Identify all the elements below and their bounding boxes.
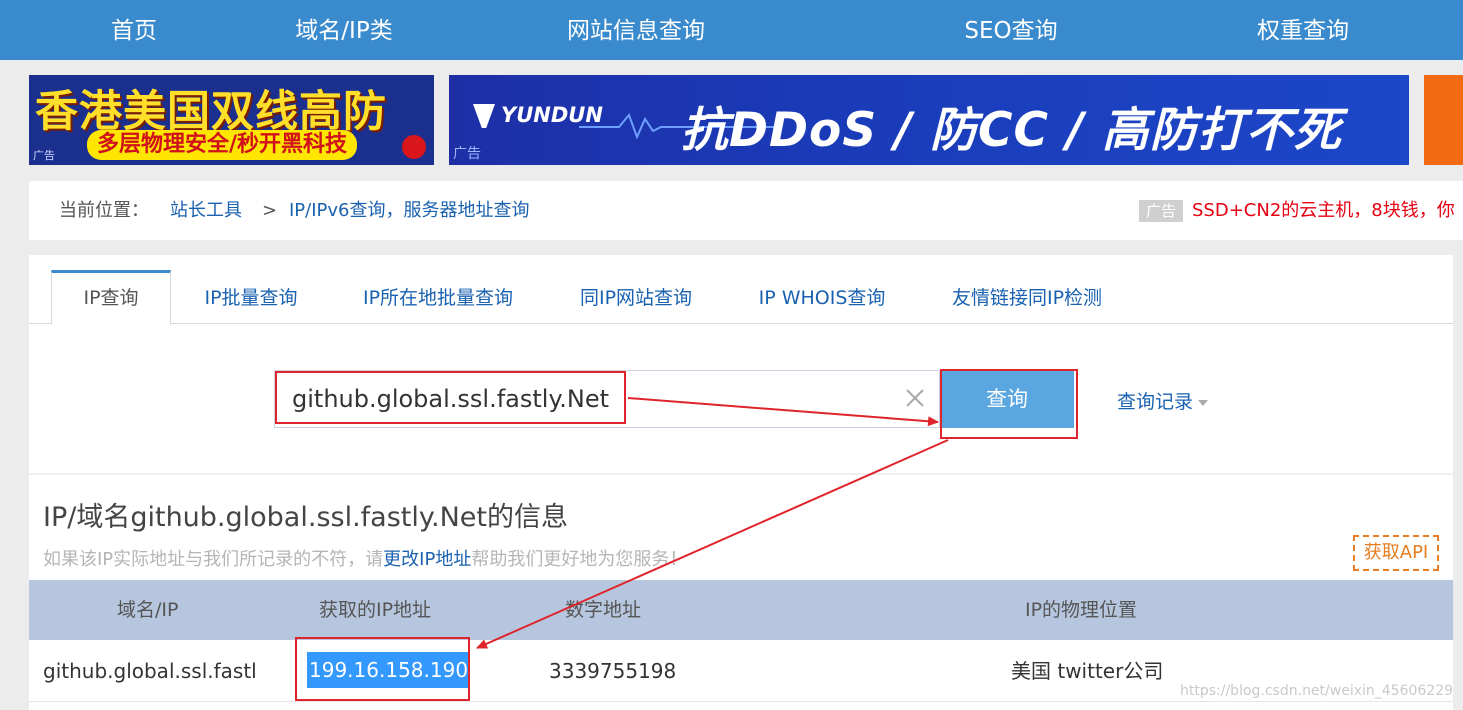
shield-logo-icon xyxy=(473,104,495,128)
nav-site-info[interactable]: 网站信息查询 xyxy=(546,0,726,60)
nav-domain-ip[interactable]: 域名/IP类 xyxy=(274,0,414,60)
query-history-label: 查询记录 xyxy=(1117,391,1194,413)
breadcrumb-separator: > xyxy=(262,200,278,221)
ad-badge: 广告 xyxy=(1139,200,1183,222)
ad-center-slogan: 抗DDoS / 防CC / 高防打不死 xyxy=(681,103,1342,158)
clear-icon[interactable] xyxy=(899,382,931,414)
tab-ip-location-batch[interactable]: IP所在地批量查询 xyxy=(347,270,529,324)
search-input[interactable] xyxy=(274,370,940,428)
nav-seo[interactable]: SEO查询 xyxy=(944,0,1078,60)
flower-icon xyxy=(402,135,426,159)
nav-home[interactable]: 首页 xyxy=(84,0,184,60)
info-note-pre: 如果该IP实际地址与我们所记录的不符，请 xyxy=(43,549,384,570)
search-box: 查询 xyxy=(274,370,1074,428)
search-button[interactable]: 查询 xyxy=(940,370,1074,428)
ad-text-link[interactable]: SSD+CN2的云主机，8块钱，你 xyxy=(1192,181,1455,240)
info-note-post: 帮助我们更好地为您服务！ xyxy=(471,549,688,570)
tab-ip-query[interactable]: IP查询 xyxy=(51,270,171,325)
th-ip: 获取的IP地址 xyxy=(319,599,432,621)
th-domain: 域名/IP xyxy=(117,599,179,621)
cell-domain: github.global.ssl.fastly.Net xyxy=(43,659,257,683)
breadcrumb: 当前位置： 站长工具 > IP/IPv6查询，服务器地址查询 广告 SSD+CN… xyxy=(29,181,1463,240)
breadcrumb-link-ip[interactable]: IP/IPv6查询，服务器地址查询 xyxy=(289,181,530,240)
change-ip-link[interactable]: 更改IP地址 xyxy=(383,549,471,570)
cell-numeric: 3339755198 xyxy=(549,659,677,683)
get-api-button[interactable]: 获取API xyxy=(1353,535,1439,571)
main-panel: IP查询 IP批量查询 IP所在地批量查询 同IP网站查询 IP WHOIS查询… xyxy=(29,255,1453,710)
breadcrumb-link-tools[interactable]: 站长工具 xyxy=(170,181,242,240)
ad-left-sub: 多层物理安全/秒开黑科技 xyxy=(87,130,358,160)
ad-banner-right[interactable] xyxy=(1424,75,1463,165)
info-note: 如果该IP实际地址与我们所记录的不符，请更改IP地址帮助我们更好地为您服务！ xyxy=(43,545,687,571)
tab-same-ip-sites[interactable]: 同IP网站查询 xyxy=(569,270,703,324)
top-nav: 首页 域名/IP类 网站信息查询 SEO查询 权重查询 xyxy=(0,0,1463,60)
tab-ip-whois[interactable]: IP WHOIS查询 xyxy=(747,270,897,324)
cell-location: 美国 twitter公司 xyxy=(1011,659,1164,683)
watermark: https://blog.csdn.net/weixin_45606229 xyxy=(1180,683,1454,699)
ad-center-tag: 广告 xyxy=(453,146,481,162)
caret-down-icon xyxy=(1198,399,1209,406)
cell-ip: 199.16.158.190 xyxy=(307,652,471,688)
tab-ip-batch[interactable]: IP批量查询 xyxy=(189,270,313,324)
tab-friendlink-same-ip[interactable]: 友情链接同IP检测 xyxy=(939,270,1115,324)
tab-bar: IP查询 IP批量查询 IP所在地批量查询 同IP网站查询 IP WHOIS查询… xyxy=(29,255,1453,325)
th-location: IP的物理位置 xyxy=(1025,599,1138,621)
breadcrumb-label: 当前位置： xyxy=(59,200,149,221)
ad-banner-center[interactable]: YUNDUN 抗DDoS / 防CC / 高防打不死 广告 xyxy=(449,75,1409,165)
divider xyxy=(29,473,1453,475)
ad-banner-left[interactable]: 香港美国双线高防 多层物理安全/秒开黑科技 广告 xyxy=(29,75,434,165)
ad-left-tag: 广告 xyxy=(33,149,55,162)
query-history-dropdown[interactable]: 查询记录 xyxy=(1117,387,1209,414)
info-title: IP/域名github.global.ssl.fastly.Net的信息 xyxy=(43,502,568,533)
table-header: 域名/IP 获取的IP地址 数字地址 IP的物理位置 xyxy=(29,580,1453,640)
th-numeric: 数字地址 xyxy=(565,599,642,621)
nav-weight[interactable]: 权重查询 xyxy=(1238,0,1368,60)
